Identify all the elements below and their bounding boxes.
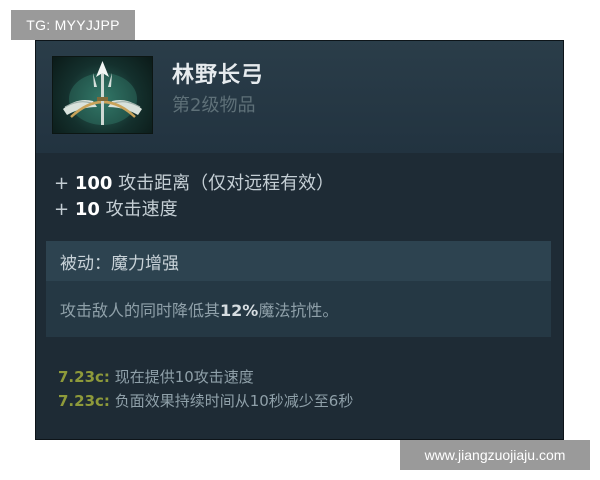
passive-desc-text: 攻击敌人的同时降低其	[60, 301, 221, 320]
passive-desc-highlight: 12%	[220, 301, 259, 320]
stat-prefix: +	[54, 173, 70, 194]
watermark-top-left: TG: MYYJJPP	[11, 10, 135, 40]
tooltip-header: 林野长弓 第2级物品	[36, 41, 563, 153]
patch-notes: 7.23c: 现在提供10攻击速度 7.23c: 负面效果持续时间从10秒减少至…	[58, 365, 353, 413]
item-tier: 第2级物品	[172, 95, 256, 116]
dragon-lance-icon	[52, 56, 153, 134]
patch-version: 7.23c:	[58, 368, 110, 386]
item-tooltip: 林野长弓 第2级物品 + 100 攻击距离（仅对远程有效） + 10 攻击速度 …	[35, 40, 564, 440]
patch-note-text: 负面效果持续时间从10秒减少至6秒	[114, 392, 354, 410]
patch-note-text: 现在提供10攻击速度	[114, 368, 254, 386]
stat-prefix: +	[54, 199, 70, 220]
patch-note: 7.23c: 现在提供10攻击速度	[58, 365, 353, 389]
stat-label: 攻击速度	[105, 199, 178, 220]
patch-note: 7.23c: 负面效果持续时间从10秒减少至6秒	[58, 389, 353, 413]
passive-desc-text: 魔法抗性。	[258, 301, 339, 320]
stat-value: 100	[74, 173, 113, 194]
screenshot: TG: MYYJJPP 林野长弓 第2级物品 + 100 攻击距离（仅对远程有效…	[0, 0, 600, 480]
passive-header: 被动：魔力增强	[46, 241, 551, 281]
passive-title: 被动：魔力增强	[60, 254, 179, 274]
passive-ability: 被动：魔力增强 攻击敌人的同时降低其12%魔法抗性。	[46, 241, 551, 337]
stat-row: + 100 攻击距离（仅对远程有效）	[54, 171, 334, 197]
stat-label: 攻击距离（仅对远程有效）	[118, 173, 335, 194]
passive-description: 攻击敌人的同时降低其12%魔法抗性。	[60, 297, 338, 321]
item-name: 林野长弓	[172, 63, 265, 88]
item-stats: + 100 攻击距离（仅对远程有效） + 10 攻击速度	[54, 171, 334, 223]
stat-value: 10	[74, 199, 100, 220]
stat-row: + 10 攻击速度	[54, 197, 334, 223]
patch-version: 7.23c:	[58, 392, 110, 410]
watermark-bottom-right: www.jiangzuojiaju.com	[400, 440, 590, 470]
